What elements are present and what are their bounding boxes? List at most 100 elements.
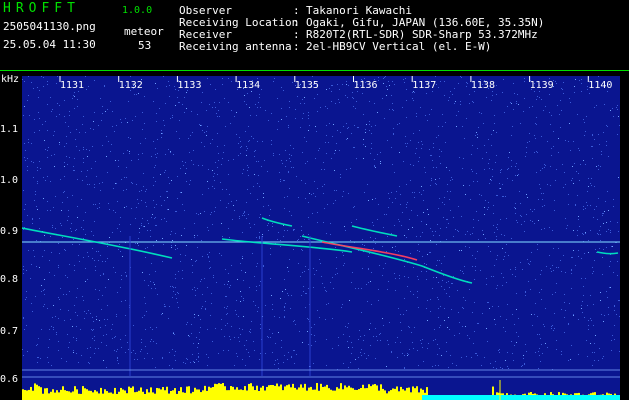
- noise-dot: [446, 351, 447, 352]
- noise-dot: [144, 280, 145, 281]
- noise-dot: [494, 123, 495, 124]
- noise-dot: [330, 282, 331, 283]
- noise-dot: [185, 363, 186, 364]
- noise-dot: [330, 234, 331, 235]
- noise-dot: [145, 303, 146, 304]
- noise-dot: [154, 167, 155, 168]
- noise-dot: [43, 77, 44, 78]
- noise-dot: [47, 201, 48, 202]
- noise-dot: [574, 92, 575, 93]
- noise-dot: [78, 255, 79, 256]
- noise-dot: [442, 202, 443, 203]
- noise-dot: [284, 180, 285, 181]
- noise-dot: [162, 261, 163, 262]
- noise-dot: [77, 315, 78, 316]
- noise-dot: [606, 125, 607, 126]
- noise-dot: [230, 285, 231, 286]
- noise-dot: [76, 146, 77, 147]
- noise-dot: [475, 353, 476, 354]
- noise-dot: [98, 251, 99, 252]
- noise-dot: [538, 220, 539, 221]
- level-bar-segment: [224, 386, 226, 400]
- noise-dot: [413, 133, 414, 134]
- level-bar-segment: [274, 385, 276, 400]
- noise-dot: [25, 150, 26, 151]
- noise-dot: [436, 277, 437, 278]
- noise-dot: [54, 275, 55, 276]
- noise-dot: [500, 219, 501, 220]
- noise-dot: [97, 208, 98, 209]
- meteor-trail: [261, 217, 293, 227]
- noise-dot: [433, 277, 434, 278]
- noise-dot: [186, 324, 187, 325]
- noise-dot: [243, 169, 244, 170]
- noise-dot: [246, 349, 247, 350]
- noise-dot: [216, 282, 217, 283]
- noise-dot: [449, 296, 450, 297]
- level-bar-segment: [122, 389, 124, 400]
- noise-dot: [24, 209, 25, 210]
- level-bar-segment: [392, 388, 394, 400]
- noise-dot: [100, 275, 101, 276]
- level-bar-segment: [370, 386, 372, 400]
- noise-dot: [408, 326, 409, 327]
- noise-dot: [517, 175, 518, 176]
- noise-dot: [472, 312, 473, 313]
- noise-dot: [478, 127, 479, 128]
- noise-dot: [95, 161, 96, 162]
- noise-dot: [112, 324, 113, 325]
- noise-dot: [324, 184, 325, 185]
- noise-dot: [162, 133, 163, 134]
- noise-dot: [619, 300, 620, 301]
- noise-dot: [369, 121, 370, 122]
- noise-dot: [387, 236, 388, 237]
- noise-dot: [336, 143, 337, 144]
- noise-dot: [44, 250, 45, 251]
- noise-dot: [490, 251, 491, 252]
- noise-dot: [259, 236, 260, 237]
- noise-dot: [437, 224, 438, 225]
- noise-dot: [272, 352, 273, 353]
- noise-dot: [197, 114, 198, 115]
- noise-dot: [186, 108, 187, 109]
- noise-dot: [214, 211, 215, 212]
- noise-dot: [380, 161, 381, 162]
- noise-dot: [244, 211, 245, 212]
- noise-dot: [497, 224, 498, 225]
- noise-dot: [91, 168, 92, 169]
- noise-dot: [502, 92, 503, 93]
- noise-dot: [45, 180, 46, 181]
- noise-dot: [174, 355, 175, 356]
- level-bar-segment: [58, 392, 60, 400]
- noise-dot: [510, 102, 511, 103]
- noise-dot: [155, 148, 156, 149]
- noise-dot: [596, 206, 597, 207]
- noise-dot: [281, 347, 282, 348]
- noise-dot: [610, 110, 611, 111]
- noise-dot: [618, 177, 619, 178]
- level-bar-segment: [304, 383, 306, 400]
- noise-dot: [579, 80, 580, 81]
- noise-dot: [328, 142, 329, 143]
- noise-dot: [301, 180, 302, 181]
- noise-dot: [573, 230, 574, 231]
- level-bar-segment: [378, 390, 380, 400]
- noise-dot: [498, 350, 499, 351]
- noise-dot: [116, 183, 117, 184]
- noise-dot: [375, 238, 376, 239]
- noise-dot: [27, 351, 28, 352]
- noise-dot: [31, 264, 32, 265]
- noise-dot: [47, 104, 48, 105]
- noise-dot: [258, 307, 259, 308]
- noise-dot: [404, 276, 405, 277]
- noise-dot: [73, 166, 74, 167]
- noise-dot: [282, 291, 283, 292]
- noise-dot: [175, 294, 176, 295]
- noise-dot: [252, 253, 253, 254]
- noise-dot: [604, 104, 605, 105]
- noise-dot: [466, 118, 467, 119]
- noise-dot: [126, 275, 127, 276]
- noise-dot: [326, 125, 327, 126]
- noise-dot: [603, 356, 604, 357]
- noise-dot: [603, 321, 604, 322]
